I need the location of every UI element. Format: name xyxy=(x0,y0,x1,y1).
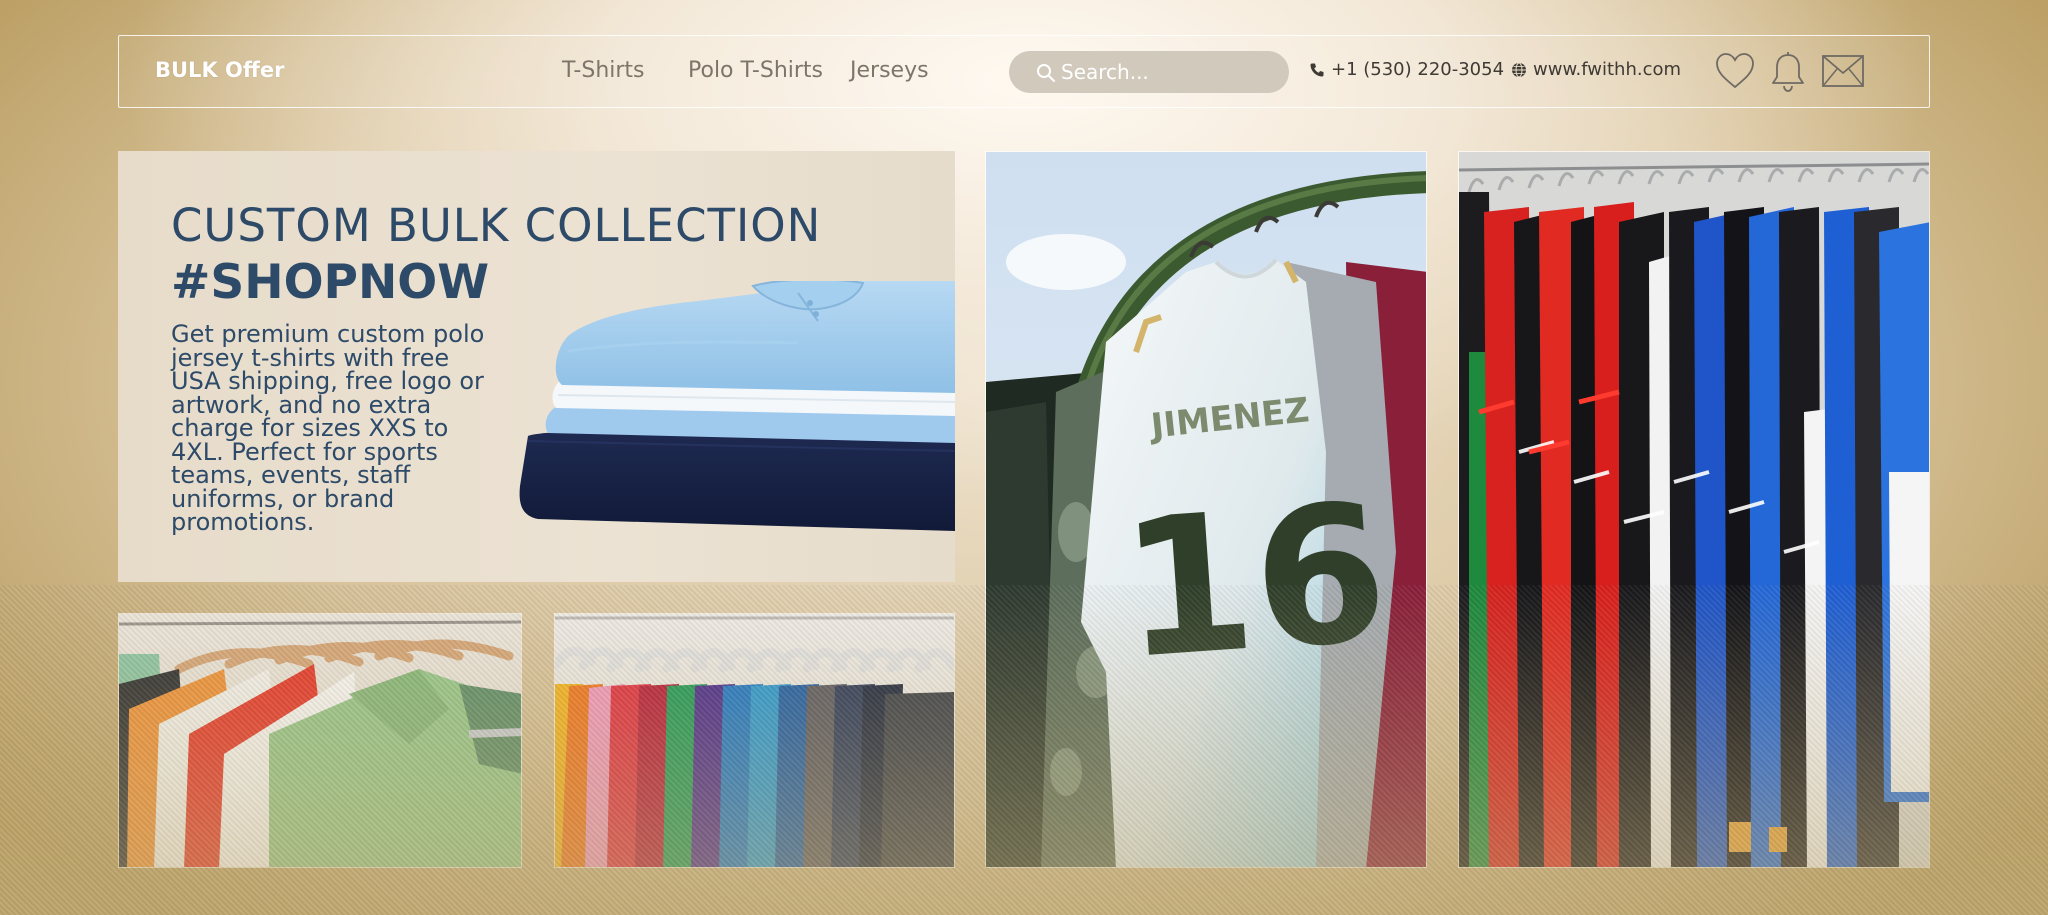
website-link[interactable]: www.fwithh.com xyxy=(1511,59,1681,80)
jersey-rack-image xyxy=(1459,152,1929,867)
photo-jersey-rack[interactable] xyxy=(1458,151,1930,868)
hero-hashtag: #SHOPNOW xyxy=(171,255,490,310)
photo-polos-wooden-hangers[interactable] xyxy=(118,613,522,868)
top-navbar: BULK Offer T-Shirts Polo T-Shirts Jersey… xyxy=(118,35,1930,108)
hero-banner: CUSTOM BULK COLLECTION #SHOPNOW Get prem… xyxy=(118,151,955,582)
website-url: www.fwithh.com xyxy=(1533,59,1682,80)
globe-icon xyxy=(1512,62,1526,77)
bell-icon[interactable] xyxy=(1770,51,1806,93)
search-icon xyxy=(1037,64,1055,82)
polos-wooden-hangers-image xyxy=(119,614,521,867)
folded-shirts-image xyxy=(519,281,955,531)
search-input[interactable] xyxy=(1061,57,1271,87)
brand-logo[interactable]: BULK Offer xyxy=(155,58,285,82)
jersey-number-print: 16 xyxy=(1114,462,1393,701)
hero-title: CUSTOM BULK COLLECTION xyxy=(171,199,822,252)
phone-contact[interactable]: +1 (530) 220-3054 xyxy=(1309,59,1504,80)
search-bar xyxy=(1009,51,1289,93)
nav-link-jerseys[interactable]: Jerseys xyxy=(850,58,929,83)
phone-icon xyxy=(1310,63,1324,77)
hero-description: Get premium custom polo jersey t-shirts … xyxy=(171,320,485,536)
mail-icon[interactable] xyxy=(1821,54,1865,88)
heart-icon[interactable] xyxy=(1714,51,1756,91)
phone-number: +1 (530) 220-3054 xyxy=(1331,59,1505,80)
photo-jersey-closeup[interactable]: JIMENEZ 16 xyxy=(985,151,1427,868)
photo-rainbow-tees[interactable] xyxy=(554,613,955,868)
nav-link-polo-t-shirts[interactable]: Polo T-Shirts xyxy=(688,58,823,83)
nav-link-t-shirts[interactable]: T-Shirts xyxy=(562,58,645,83)
rainbow-tees-image xyxy=(555,614,954,867)
jersey-closeup-image: JIMENEZ 16 xyxy=(986,152,1426,867)
